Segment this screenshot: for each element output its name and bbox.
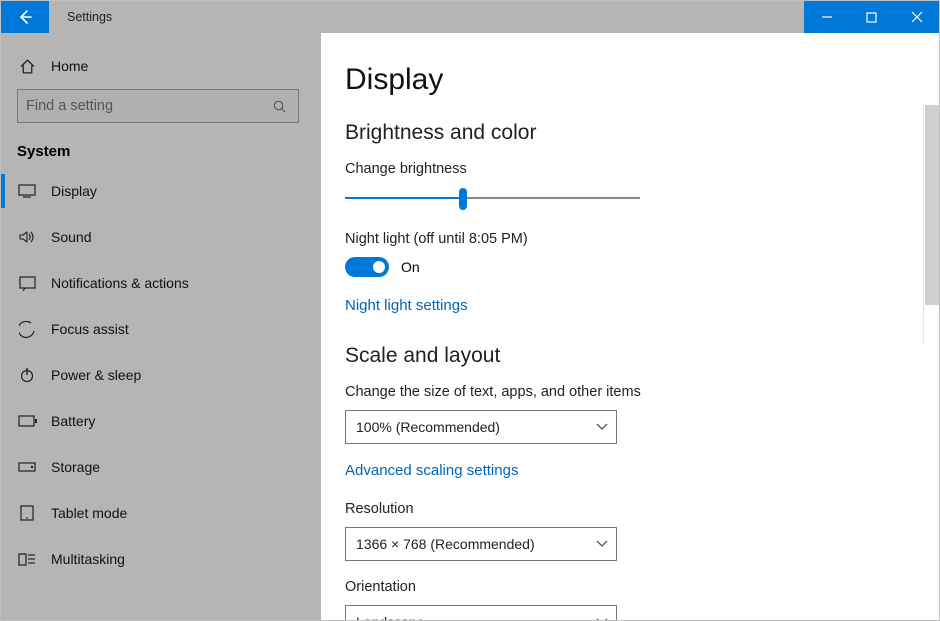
chevron-down-icon	[596, 540, 608, 548]
titlebar: Settings	[1, 1, 939, 33]
notifications-icon	[17, 275, 37, 291]
search-input[interactable]: Find a setting	[17, 89, 299, 123]
sidebar-item-label: Battery	[51, 413, 95, 429]
resolution-value: 1366 × 768 (Recommended)	[356, 536, 535, 552]
search-placeholder: Find a setting	[26, 98, 272, 114]
orientation-value: Landscape	[356, 614, 425, 620]
multitasking-icon	[17, 552, 37, 566]
maximize-icon	[866, 12, 877, 23]
sidebar-item-multitasking[interactable]: Multitasking	[1, 536, 321, 582]
night-light-label: Night light (off until 8:05 PM)	[345, 231, 939, 247]
display-icon	[17, 184, 37, 198]
scrollbar-thumb[interactable]	[925, 105, 939, 305]
scale-value: 100% (Recommended)	[356, 419, 500, 435]
maximize-button[interactable]	[849, 1, 894, 33]
sidebar-item-label: Display	[51, 183, 97, 199]
close-button[interactable]	[894, 1, 939, 33]
night-light-settings-link[interactable]: Night light settings	[345, 297, 939, 314]
battery-icon	[17, 415, 37, 427]
scale-label: Change the size of text, apps, and other…	[345, 384, 939, 400]
resolution-label: Resolution	[345, 501, 939, 517]
content-pane: Display Brightness and color Change brig…	[321, 33, 939, 620]
chevron-down-icon	[596, 423, 608, 431]
window-controls	[804, 1, 939, 33]
advanced-scaling-link[interactable]: Advanced scaling settings	[345, 462, 939, 479]
brightness-slider[interactable]	[345, 187, 640, 209]
sidebar-item-display[interactable]: Display	[1, 168, 321, 214]
brightness-label: Change brightness	[345, 161, 939, 177]
storage-icon	[17, 462, 37, 472]
home-icon	[17, 58, 37, 75]
close-icon	[911, 11, 923, 23]
focus-assist-icon	[17, 321, 37, 338]
minimize-button[interactable]	[804, 1, 849, 33]
window-title: Settings	[49, 1, 130, 33]
sidebar-item-label: Focus assist	[51, 321, 129, 337]
sidebar-item-label: Multitasking	[51, 551, 125, 567]
slider-thumb-icon	[459, 188, 467, 210]
tablet-icon	[17, 505, 37, 521]
resolution-combo[interactable]: 1366 × 768 (Recommended)	[345, 527, 617, 561]
vertical-scrollbar[interactable]	[923, 105, 939, 345]
sidebar-item-battery[interactable]: Battery	[1, 398, 321, 444]
section-brightness: Brightness and color	[345, 121, 939, 145]
sidebar-item-tablet-mode[interactable]: Tablet mode	[1, 490, 321, 536]
sidebar-item-label: Power & sleep	[51, 367, 141, 383]
sidebar-item-power-sleep[interactable]: Power & sleep	[1, 352, 321, 398]
sidebar-item-label: Tablet mode	[51, 505, 127, 521]
sidebar-item-label: Sound	[51, 229, 91, 245]
sidebar-item-focus-assist[interactable]: Focus assist	[1, 306, 321, 352]
night-light-toggle[interactable]	[345, 257, 389, 277]
sidebar-item-label: Storage	[51, 459, 100, 475]
sidebar: Home Find a setting System Display Sound	[1, 33, 321, 620]
title-spacer	[130, 1, 804, 33]
night-light-state: On	[401, 259, 420, 275]
page-title: Display	[345, 63, 939, 97]
section-scale: Scale and layout	[345, 344, 939, 368]
sidebar-item-storage[interactable]: Storage	[1, 444, 321, 490]
power-icon	[17, 367, 37, 383]
back-button[interactable]	[1, 1, 49, 33]
orientation-label: Orientation	[345, 579, 939, 595]
sidebar-item-label: Notifications & actions	[51, 275, 189, 291]
orientation-combo[interactable]: Landscape	[345, 605, 617, 620]
arrow-left-icon	[17, 9, 33, 25]
search-icon	[272, 99, 290, 114]
toggle-knob-icon	[373, 261, 385, 273]
sidebar-home-label: Home	[51, 58, 88, 74]
sidebar-item-sound[interactable]: Sound	[1, 214, 321, 260]
minimize-icon	[821, 11, 833, 23]
chevron-down-icon	[596, 618, 608, 620]
sidebar-home[interactable]: Home	[1, 43, 321, 89]
sound-icon	[17, 229, 37, 245]
sidebar-item-notifications[interactable]: Notifications & actions	[1, 260, 321, 306]
sidebar-category: System	[1, 129, 321, 168]
scale-combo[interactable]: 100% (Recommended)	[345, 410, 617, 444]
